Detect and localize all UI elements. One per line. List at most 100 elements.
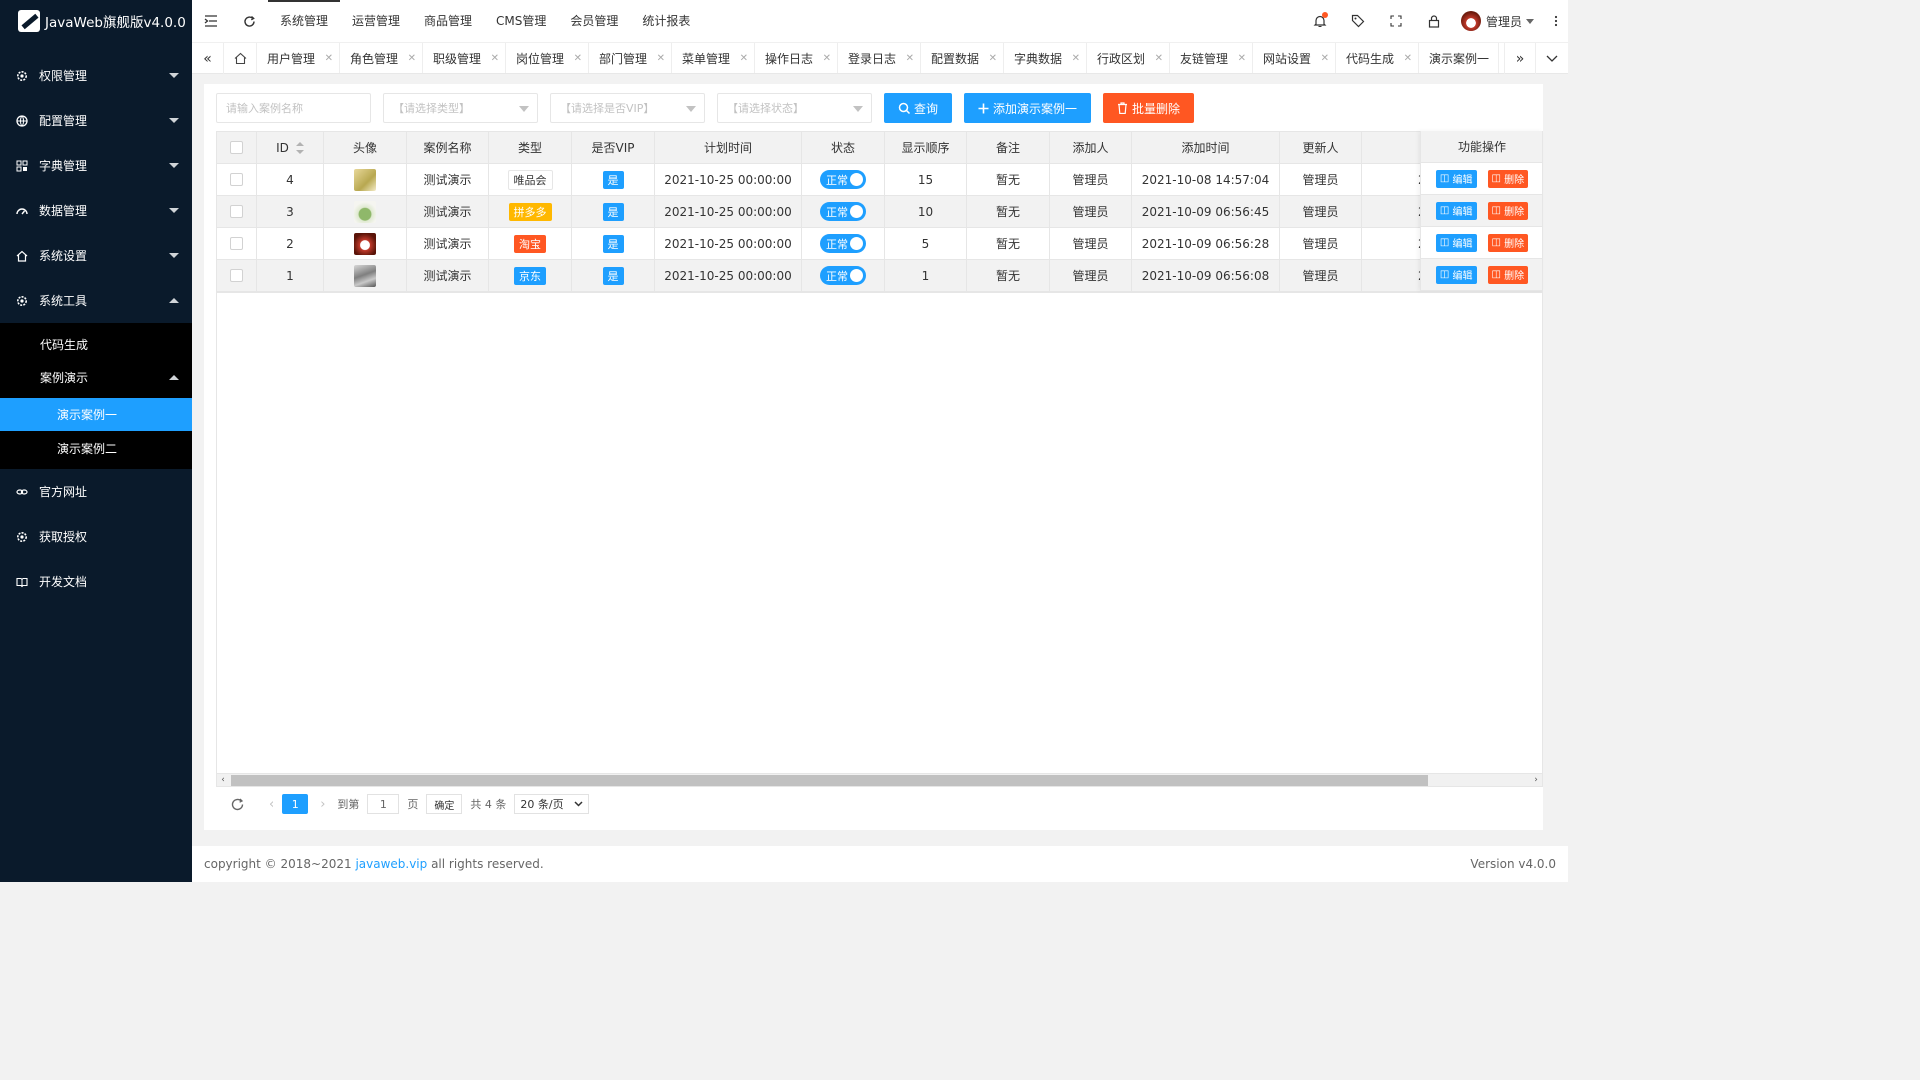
tab-menu-management[interactable]: 菜单管理 ✕ bbox=[672, 43, 755, 73]
top-menu-products[interactable]: 商品管理 bbox=[412, 0, 484, 42]
sidebar-item-demo-1[interactable]: 演示案例一 bbox=[0, 398, 192, 431]
sidebar-item-demo-2[interactable]: 演示案例二 bbox=[0, 431, 192, 469]
row-checkbox[interactable] bbox=[230, 205, 243, 218]
page-size-select[interactable]: 20 条/页 bbox=[514, 794, 590, 814]
tabs-scroll-right-icon[interactable]: » bbox=[1504, 43, 1536, 74]
close-icon[interactable]: ✕ bbox=[1404, 53, 1412, 64]
sidebar-item-code-gen[interactable]: 代码生成 bbox=[0, 323, 192, 361]
scrollbar-thumb[interactable] bbox=[231, 775, 1428, 786]
next-page-icon[interactable]: › bbox=[320, 797, 325, 812]
close-icon[interactable]: ✕ bbox=[408, 53, 416, 64]
horizontal-scrollbar[interactable]: ‹ › bbox=[216, 773, 1543, 787]
edit-button[interactable]: ◫ 编辑 bbox=[1435, 265, 1477, 284]
sidebar-item-config[interactable]: 配置管理 bbox=[0, 98, 192, 143]
row-checkbox[interactable] bbox=[230, 269, 243, 282]
thumbnail-image[interactable] bbox=[354, 232, 376, 255]
status-select[interactable]: 【请选择状态】 bbox=[717, 93, 872, 123]
edit-button[interactable]: ◫ 编辑 bbox=[1435, 201, 1477, 220]
close-icon[interactable]: ✕ bbox=[325, 53, 333, 64]
tab-position-management[interactable]: 岗位管理 ✕ bbox=[506, 43, 589, 73]
sidebar-item-data[interactable]: 数据管理 bbox=[0, 188, 192, 233]
page-input[interactable]: 1 bbox=[367, 794, 400, 814]
close-icon[interactable]: ✕ bbox=[1321, 53, 1329, 64]
close-icon[interactable]: ✕ bbox=[657, 53, 665, 64]
edit-button[interactable]: ◫ 编辑 bbox=[1435, 233, 1477, 252]
user-menu[interactable]: 管理员 bbox=[1453, 11, 1544, 31]
tab-user-management[interactable]: 用户管理 ✕ bbox=[257, 43, 340, 73]
row-checkbox[interactable] bbox=[230, 173, 243, 186]
case-name-input[interactable]: 请输入案例名称 bbox=[216, 93, 371, 123]
close-icon[interactable]: ✕ bbox=[823, 53, 831, 64]
fullscreen-icon[interactable] bbox=[1377, 0, 1415, 42]
site-link[interactable]: javaweb.vip bbox=[355, 857, 427, 871]
tabs-scroll-left-icon[interactable]: « bbox=[192, 43, 224, 74]
tab-demo-1[interactable]: 演示案例一 bbox=[1419, 43, 1499, 73]
select-all-checkbox[interactable] bbox=[230, 141, 243, 154]
menu-toggle-icon[interactable] bbox=[192, 0, 230, 42]
edit-button[interactable]: ◫ 编辑 bbox=[1435, 169, 1477, 188]
thumbnail-image[interactable] bbox=[354, 168, 376, 191]
close-icon[interactable]: ✕ bbox=[574, 53, 582, 64]
scroll-right-icon[interactable]: › bbox=[1530, 774, 1542, 786]
lock-icon[interactable] bbox=[1415, 0, 1453, 42]
more-vertical-icon[interactable] bbox=[1544, 0, 1568, 42]
status-toggle[interactable]: 正常 bbox=[820, 234, 866, 253]
sidebar-item-official-site[interactable]: 官方网址 bbox=[0, 469, 192, 514]
tab-region[interactable]: 行政区划 ✕ bbox=[1087, 43, 1170, 73]
tag-icon[interactable] bbox=[1339, 0, 1377, 42]
sidebar-item-system-settings[interactable]: 系统设置 bbox=[0, 233, 192, 278]
top-menu-operations[interactable]: 运营管理 bbox=[340, 0, 412, 42]
tab-dept-management[interactable]: 部门管理 ✕ bbox=[589, 43, 672, 73]
tab-config-data[interactable]: 配置数据 ✕ bbox=[921, 43, 1004, 73]
current-page[interactable]: 1 bbox=[282, 794, 309, 814]
close-icon[interactable]: ✕ bbox=[491, 53, 499, 64]
sidebar-item-dictionary[interactable]: 字典管理 bbox=[0, 143, 192, 188]
sidebar-item-docs[interactable]: 开发文档 bbox=[0, 559, 192, 604]
close-icon[interactable]: ✕ bbox=[906, 53, 914, 64]
sidebar-item-case-demo[interactable]: 案例演示 bbox=[0, 361, 192, 394]
column-header-id[interactable]: ID bbox=[257, 131, 324, 164]
scroll-left-icon[interactable]: ‹ bbox=[217, 774, 229, 786]
tab-dict-data[interactable]: 字典数据 ✕ bbox=[1004, 43, 1087, 73]
sidebar-item-license[interactable]: 获取授权 bbox=[0, 514, 192, 559]
top-menu-cms[interactable]: CMS管理 bbox=[484, 0, 558, 42]
tab-links[interactable]: 友链管理 ✕ bbox=[1170, 43, 1253, 73]
batch-delete-button[interactable]: 批量删除 bbox=[1103, 93, 1195, 123]
delete-button[interactable]: ◫ 删除 bbox=[1487, 201, 1529, 220]
row-checkbox[interactable] bbox=[230, 237, 243, 250]
delete-button[interactable]: ◫ 删除 bbox=[1487, 265, 1529, 284]
add-demo-button[interactable]: 添加演示案例一 bbox=[964, 93, 1092, 123]
thumbnail-image[interactable] bbox=[354, 200, 376, 223]
tabs-dropdown-icon[interactable] bbox=[1536, 43, 1568, 74]
sidebar-item-system-tools[interactable]: 系统工具 bbox=[0, 278, 192, 323]
close-icon[interactable]: ✕ bbox=[989, 53, 997, 64]
thumbnail-image[interactable] bbox=[354, 264, 376, 287]
tab-login-log[interactable]: 登录日志 ✕ bbox=[838, 43, 921, 73]
top-menu-system[interactable]: 系统管理 bbox=[268, 0, 341, 42]
close-icon[interactable]: ✕ bbox=[740, 53, 748, 64]
refresh-icon[interactable] bbox=[230, 797, 245, 812]
confirm-page-button[interactable]: 确定 bbox=[426, 794, 463, 814]
tab-site-settings[interactable]: 网站设置 ✕ bbox=[1253, 43, 1336, 73]
refresh-icon[interactable] bbox=[230, 0, 268, 42]
tab-operation-log[interactable]: 操作日志 ✕ bbox=[755, 43, 838, 73]
delete-button[interactable]: ◫ 删除 bbox=[1487, 233, 1529, 252]
home-tab[interactable] bbox=[224, 43, 257, 74]
vip-select[interactable]: 【请选择是否VIP】 bbox=[550, 93, 705, 123]
tab-code-gen[interactable]: 代码生成 ✕ bbox=[1336, 43, 1419, 73]
close-icon[interactable]: ✕ bbox=[1238, 53, 1246, 64]
top-menu-reports[interactable]: 统计报表 bbox=[630, 0, 702, 42]
sidebar-item-permissions[interactable]: 权限管理 bbox=[0, 53, 192, 98]
app-logo[interactable]: JavaWeb旗舰版v4.0.0 bbox=[0, 0, 192, 42]
type-select[interactable]: 【请选择类型】 bbox=[383, 93, 538, 123]
query-button[interactable]: 查询 bbox=[884, 93, 953, 123]
sort-icon[interactable] bbox=[295, 141, 304, 154]
tab-level-management[interactable]: 职级管理 ✕ bbox=[423, 43, 506, 73]
delete-button[interactable]: ◫ 删除 bbox=[1487, 169, 1529, 188]
prev-page-icon[interactable]: ‹ bbox=[269, 797, 274, 812]
close-icon[interactable]: ✕ bbox=[1072, 53, 1080, 64]
bell-icon[interactable] bbox=[1301, 0, 1339, 42]
status-toggle[interactable]: 正常 bbox=[820, 202, 866, 221]
top-menu-members[interactable]: 会员管理 bbox=[558, 0, 630, 42]
close-icon[interactable]: ✕ bbox=[1155, 53, 1163, 64]
